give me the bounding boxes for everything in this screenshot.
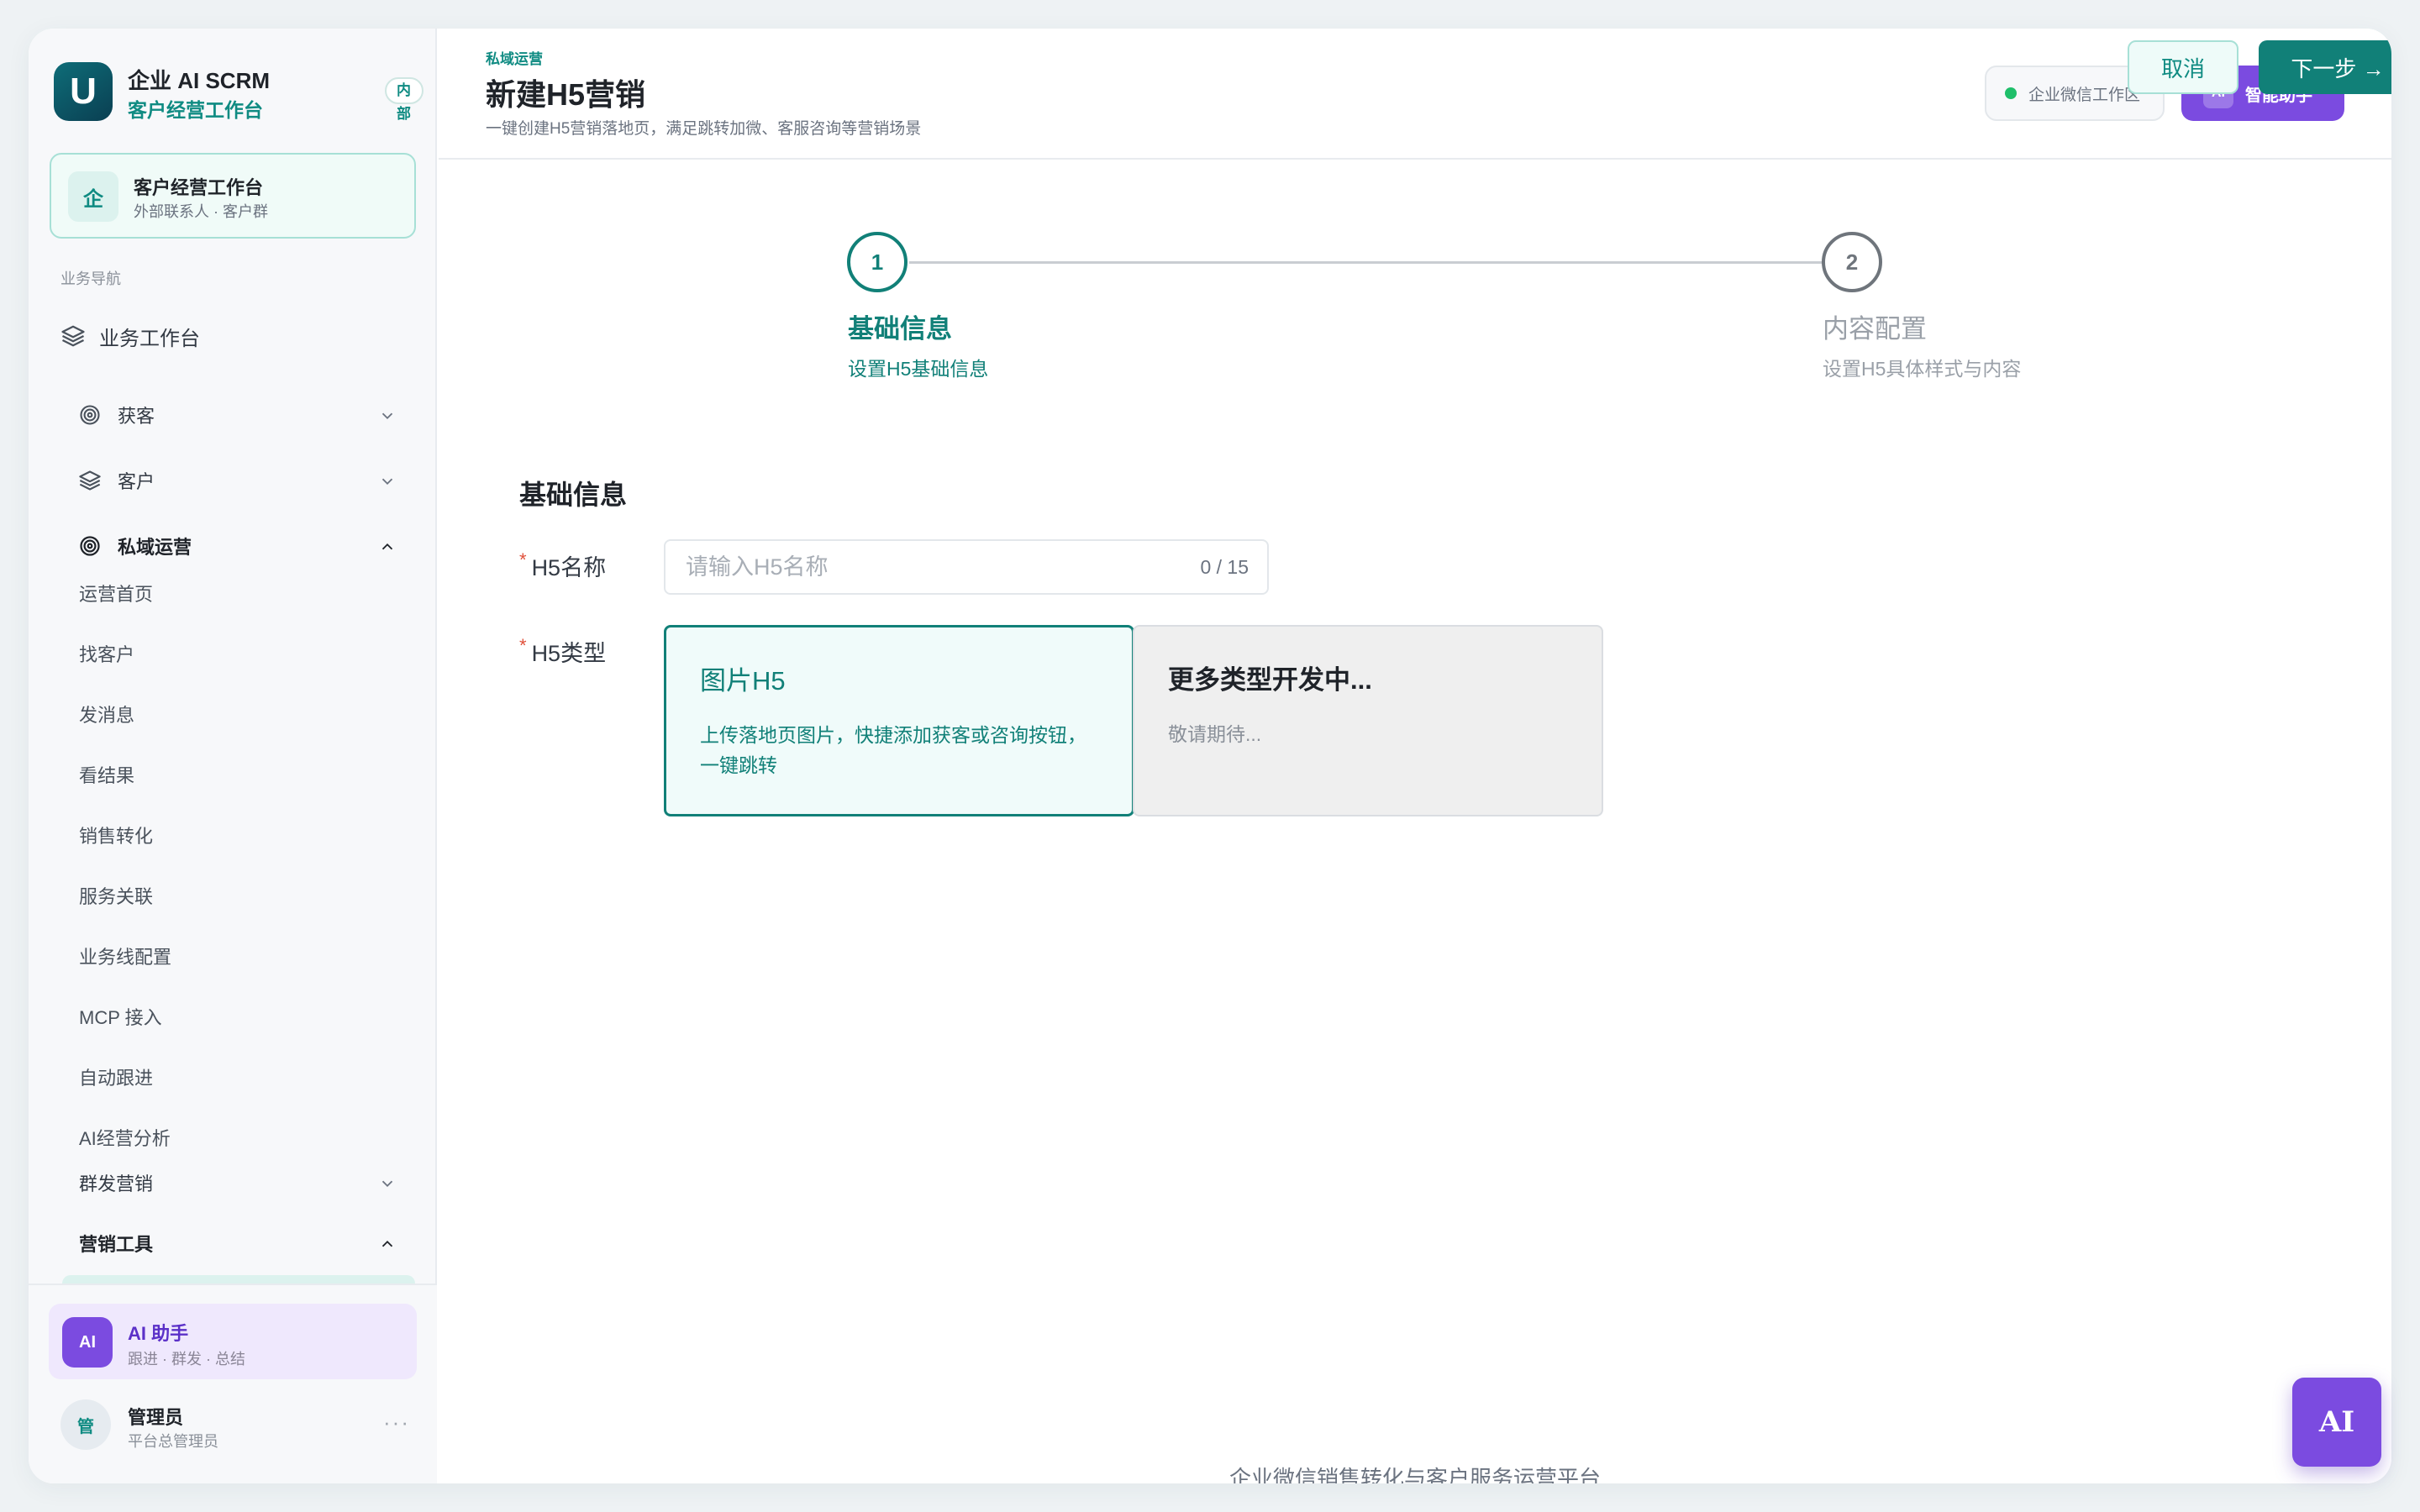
user-profile[interactable]: 管 管理员 平台总管理员 ···: [60, 1396, 422, 1457]
sidebar-item-business-config[interactable]: 业务线配置: [79, 941, 171, 974]
layers-icon: [61, 325, 85, 347]
type-label: * H5类型: [519, 635, 606, 668]
sidebar-item-send-message[interactable]: 发消息: [79, 699, 134, 732]
name-label-text: H5名称: [531, 555, 607, 580]
avatar: 管: [60, 1399, 111, 1450]
chevron-up-icon: [381, 1240, 393, 1247]
page-footer: 企业微信销售转化与客户服务运营平台: [1228, 1466, 1601, 1483]
sidebar-item-find-customer[interactable]: 找客户: [79, 638, 134, 672]
user-name: 管理员: [128, 1407, 184, 1428]
sidebar-item-label: 营销工具: [79, 1234, 154, 1255]
required-mark: *: [519, 549, 527, 570]
sidebar-item-service-link[interactable]: 服务关联: [79, 880, 153, 914]
sidebar-item-label: 业务工作台: [99, 327, 200, 350]
sidebar-item-workbench[interactable]: 业务工作台: [60, 318, 413, 354]
internal-badge: 内部: [385, 77, 424, 122]
h5-name-field[interactable]: 0 / 15: [664, 539, 1269, 595]
page-header: 私域运营 新建H5营销 一键创建H5营销落地页，满足跳转加微、客服咨询等营销场景…: [439, 29, 2391, 160]
status-dot-icon: [2005, 87, 2017, 99]
step-2-title: 内容配置: [1823, 314, 1927, 344]
sidebar-footer: AI AI 助手 跟进 · 群发 · 总结 管 管理员 平台总管理员 ···: [29, 1284, 437, 1483]
brand: U 企业 AI SCRM 客户经营工作台 内部: [54, 62, 424, 122]
chevron-down-icon: [381, 478, 393, 486]
char-counter: 0 / 15: [1200, 556, 1249, 578]
page-description: 一键创建H5营销落地页，满足跳转加微、客服咨询等营销场景: [486, 120, 922, 138]
type-option-title: 图片H5: [700, 666, 786, 696]
type-option-desc: 敬请期待...: [1168, 723, 1262, 745]
workspace-status-label: 企业微信工作区: [2028, 86, 2141, 104]
layers-icon: [79, 470, 101, 491]
sidebar-group-customer[interactable]: 客户: [77, 462, 422, 499]
step-connector: [909, 261, 1823, 264]
sidebar-group-private-ops[interactable]: 私域运营: [77, 528, 422, 564]
next-step-button[interactable]: 下一步 →: [2259, 40, 2391, 94]
main-content: 私域运营 新建H5营销 一键创建H5营销落地页，满足跳转加微、客服咨询等营销场景…: [439, 29, 2391, 1483]
type-option-more: 更多类型开发中... 敬请期待...: [1133, 625, 1603, 816]
breadcrumb[interactable]: 私域运营: [486, 47, 543, 68]
enterprise-icon: 企: [68, 171, 118, 222]
sidebar-item-label: 获客: [118, 406, 155, 427]
brand-subtitle: 客户经营工作台: [128, 99, 263, 121]
sidebar-item-sales-conversion[interactable]: 销售转化: [79, 820, 153, 853]
step-1-title: 基础信息: [848, 314, 952, 344]
workspace-subtitle: 外部联系人 · 客户群: [134, 203, 268, 220]
target-icon: [80, 405, 100, 425]
sidebar-item-auto-followup[interactable]: 自动跟进: [79, 1062, 153, 1095]
type-option-image-h5[interactable]: 图片H5 上传落地页图片，快捷添加获客或咨询按钮，一键跳转: [664, 625, 1134, 816]
logo-icon: U: [54, 62, 113, 121]
cancel-button[interactable]: 取消: [2128, 40, 2238, 94]
sidebar-item-ai-analysis[interactable]: AI经营分析: [79, 1122, 171, 1156]
brand-name: 企业 AI SCRM: [128, 68, 271, 93]
sidebar-group-acquire[interactable]: 获客: [77, 396, 422, 433]
ai-assistant-subtitle: 跟进 · 群发 · 总结: [128, 1351, 245, 1368]
user-role: 平台总管理员: [128, 1433, 218, 1450]
sidebar-item-mcp[interactable]: MCP 接入: [79, 1001, 162, 1035]
section-title: 基础信息: [519, 480, 628, 510]
chevron-down-icon: [381, 1180, 393, 1188]
ai-assistant-card[interactable]: AI AI 助手 跟进 · 群发 · 总结: [49, 1304, 417, 1379]
h5-name-input[interactable]: [686, 541, 1156, 593]
step-1-subtitle: 设置H5基础信息: [848, 358, 989, 380]
sidebar-group-marketing-tools[interactable]: 营销工具: [79, 1225, 424, 1262]
sidebar: U 企业 AI SCRM 客户经营工作台 内部 企 客户经营工作台 外部联系人 …: [29, 29, 437, 1483]
step-2-indicator: 2: [1822, 232, 1882, 292]
sidebar-item-label: 群发营销: [79, 1173, 154, 1194]
nav-section-label: 业务导航: [60, 270, 121, 287]
ai-assistant-title: AI 助手: [128, 1323, 189, 1344]
name-label: * H5名称: [519, 549, 606, 582]
chevron-up-icon: [381, 543, 393, 550]
ai-floating-button[interactable]: AI: [2292, 1378, 2381, 1467]
app-window: U 企业 AI SCRM 客户经营工作台 内部 企 客户经营工作台 外部联系人 …: [29, 29, 2391, 1483]
step-2-subtitle: 设置H5具体样式与内容: [1823, 358, 2022, 380]
step-1-indicator: 1: [847, 232, 908, 292]
more-icon[interactable]: ···: [383, 1410, 410, 1436]
page-title: 新建H5营销: [486, 77, 646, 112]
type-label-text: H5类型: [531, 641, 607, 666]
workspace-title: 客户经营工作台: [134, 177, 264, 198]
sidebar-item-label: 私域运营: [118, 537, 192, 558]
chevron-down-icon: [381, 412, 393, 420]
sidebar-item-ops-home[interactable]: 运营首页: [79, 578, 153, 612]
required-mark: *: [519, 635, 527, 656]
target-icon: [80, 536, 100, 556]
type-option-title: 更多类型开发中...: [1168, 665, 1372, 695]
ai-icon: AI: [62, 1317, 113, 1368]
workspace-card[interactable]: 企 客户经营工作台 外部联系人 · 客户群: [50, 153, 416, 239]
sidebar-item-results[interactable]: 看结果: [79, 759, 134, 793]
type-option-desc: 上传落地页图片，快捷添加获客或咨询按钮，一键跳转: [700, 724, 1086, 776]
sidebar-item-label: 客户: [118, 471, 155, 492]
sidebar-group-mass-marketing[interactable]: 群发营销: [79, 1164, 424, 1201]
